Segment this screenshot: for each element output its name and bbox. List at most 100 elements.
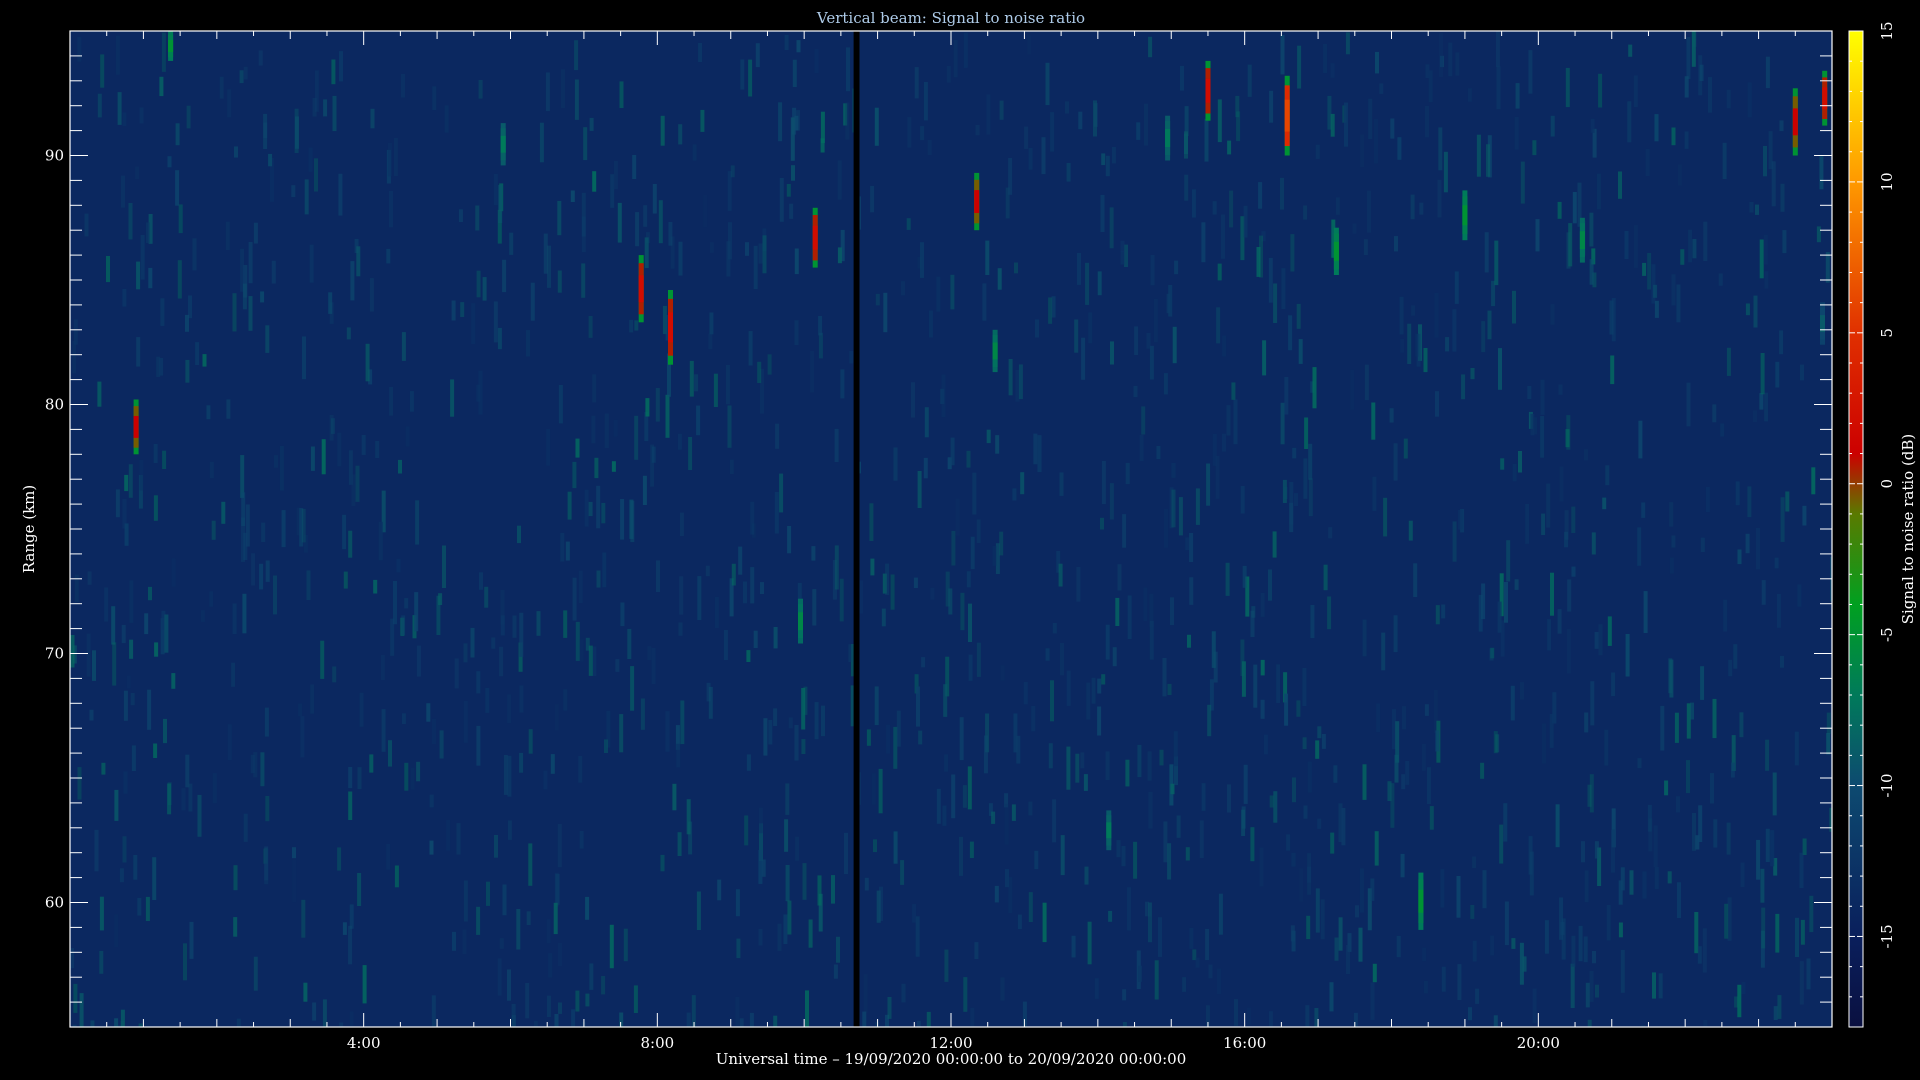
noise-streak [679, 576, 684, 615]
noise-streak [291, 185, 296, 198]
noise-streak [787, 900, 792, 935]
noise-streak [253, 222, 258, 244]
noise-streak [1664, 780, 1669, 796]
noise-streak [1571, 506, 1576, 533]
noise-streak [1004, 803, 1009, 845]
noise-streak [507, 969, 511, 1001]
noise-streak [1677, 882, 1681, 918]
noise-streak [992, 545, 997, 566]
noise-streak [1647, 804, 1652, 832]
echo-core [798, 612, 803, 631]
noise-streak [1528, 50, 1533, 94]
noise-streak [548, 953, 553, 978]
noise-streak [1555, 804, 1560, 848]
noise-streak [533, 1021, 538, 1027]
noise-streak [248, 242, 253, 284]
noise-streak [99, 896, 104, 931]
noise-streak [243, 66, 248, 80]
noise-streak [450, 379, 455, 417]
noise-streak [298, 703, 303, 717]
noise-streak [1745, 303, 1750, 316]
echo-core [1106, 822, 1112, 839]
noise-streak [1307, 853, 1312, 895]
noise-streak [679, 512, 684, 536]
noise-streak [1726, 822, 1731, 855]
noise-streak [1393, 443, 1398, 481]
noise-streak [784, 34, 789, 50]
noise-streak [1799, 961, 1804, 1005]
noise-streak [1489, 648, 1494, 661]
noise-streak [547, 245, 551, 288]
noise-streak [588, 645, 593, 676]
noise-streak [554, 872, 559, 907]
noise-streak [911, 382, 915, 418]
noise-streak [153, 495, 158, 521]
noise-streak [763, 718, 768, 756]
noise-streak [124, 523, 129, 546]
noise-streak [1148, 902, 1152, 943]
noise-streak [1756, 839, 1761, 880]
noise-streak [1272, 531, 1277, 558]
noise-streak [1423, 980, 1428, 994]
noise-streak [1149, 620, 1154, 660]
noise-streak [356, 246, 361, 277]
noise-streak [375, 441, 380, 459]
noise-streak [617, 202, 622, 243]
noise-streak [1273, 791, 1278, 823]
noise-streak [694, 374, 699, 392]
noise-streak [1697, 946, 1702, 964]
noise-streak [1811, 467, 1816, 495]
noise-streak [1305, 1005, 1310, 1027]
noise-streak [1045, 648, 1050, 661]
noise-streak [635, 212, 640, 247]
noise-streak [660, 854, 665, 872]
noise-streak [1167, 683, 1172, 695]
colorbar-bar [1849, 31, 1863, 1027]
noise-streak [1806, 958, 1811, 990]
noise-streak [1669, 502, 1674, 527]
noise-streak [1136, 122, 1141, 140]
noise-streak [1144, 103, 1148, 146]
noise-streak [1456, 876, 1461, 918]
noise-streak [1051, 296, 1056, 318]
noise-streak [1419, 202, 1424, 215]
noise-streak [543, 770, 548, 790]
noise-streak [1302, 737, 1307, 750]
noise-streak [1753, 410, 1757, 423]
noise-streak [758, 928, 763, 946]
noise-streak [135, 166, 140, 180]
noise-streak [767, 354, 772, 375]
noise-streak [1227, 140, 1232, 155]
noise-streak [129, 639, 134, 659]
noise-streak [1498, 348, 1502, 390]
noise-streak [1282, 479, 1287, 503]
noise-streak [696, 405, 701, 436]
noise-streak [1764, 392, 1769, 422]
noise-streak [1335, 197, 1340, 215]
noise-streak [160, 298, 165, 326]
noise-streak [1642, 871, 1647, 899]
noise-streak [574, 40, 579, 71]
noise-streak [119, 868, 124, 883]
noise-streak [955, 498, 960, 536]
noise-streak [821, 705, 825, 737]
echo-core [974, 190, 980, 213]
noise-streak [416, 645, 421, 677]
noise-streak [519, 612, 524, 657]
noise-streak [963, 32, 968, 68]
noise-streak [1212, 201, 1217, 215]
noise-streak [1540, 379, 1545, 415]
noise-streak [746, 650, 751, 662]
noise-streak [1008, 158, 1013, 195]
noise-streak [101, 762, 106, 775]
noise-streak [645, 398, 650, 417]
noise-streak [546, 919, 551, 944]
noise-streak [1396, 935, 1401, 958]
noise-streak [1148, 791, 1153, 829]
noise-streak [579, 639, 584, 662]
noise-streak [1028, 801, 1033, 816]
noise-streak [1684, 76, 1689, 98]
noise-streak [1269, 795, 1274, 808]
noise-streak [581, 192, 586, 237]
noise-streak [746, 754, 751, 771]
